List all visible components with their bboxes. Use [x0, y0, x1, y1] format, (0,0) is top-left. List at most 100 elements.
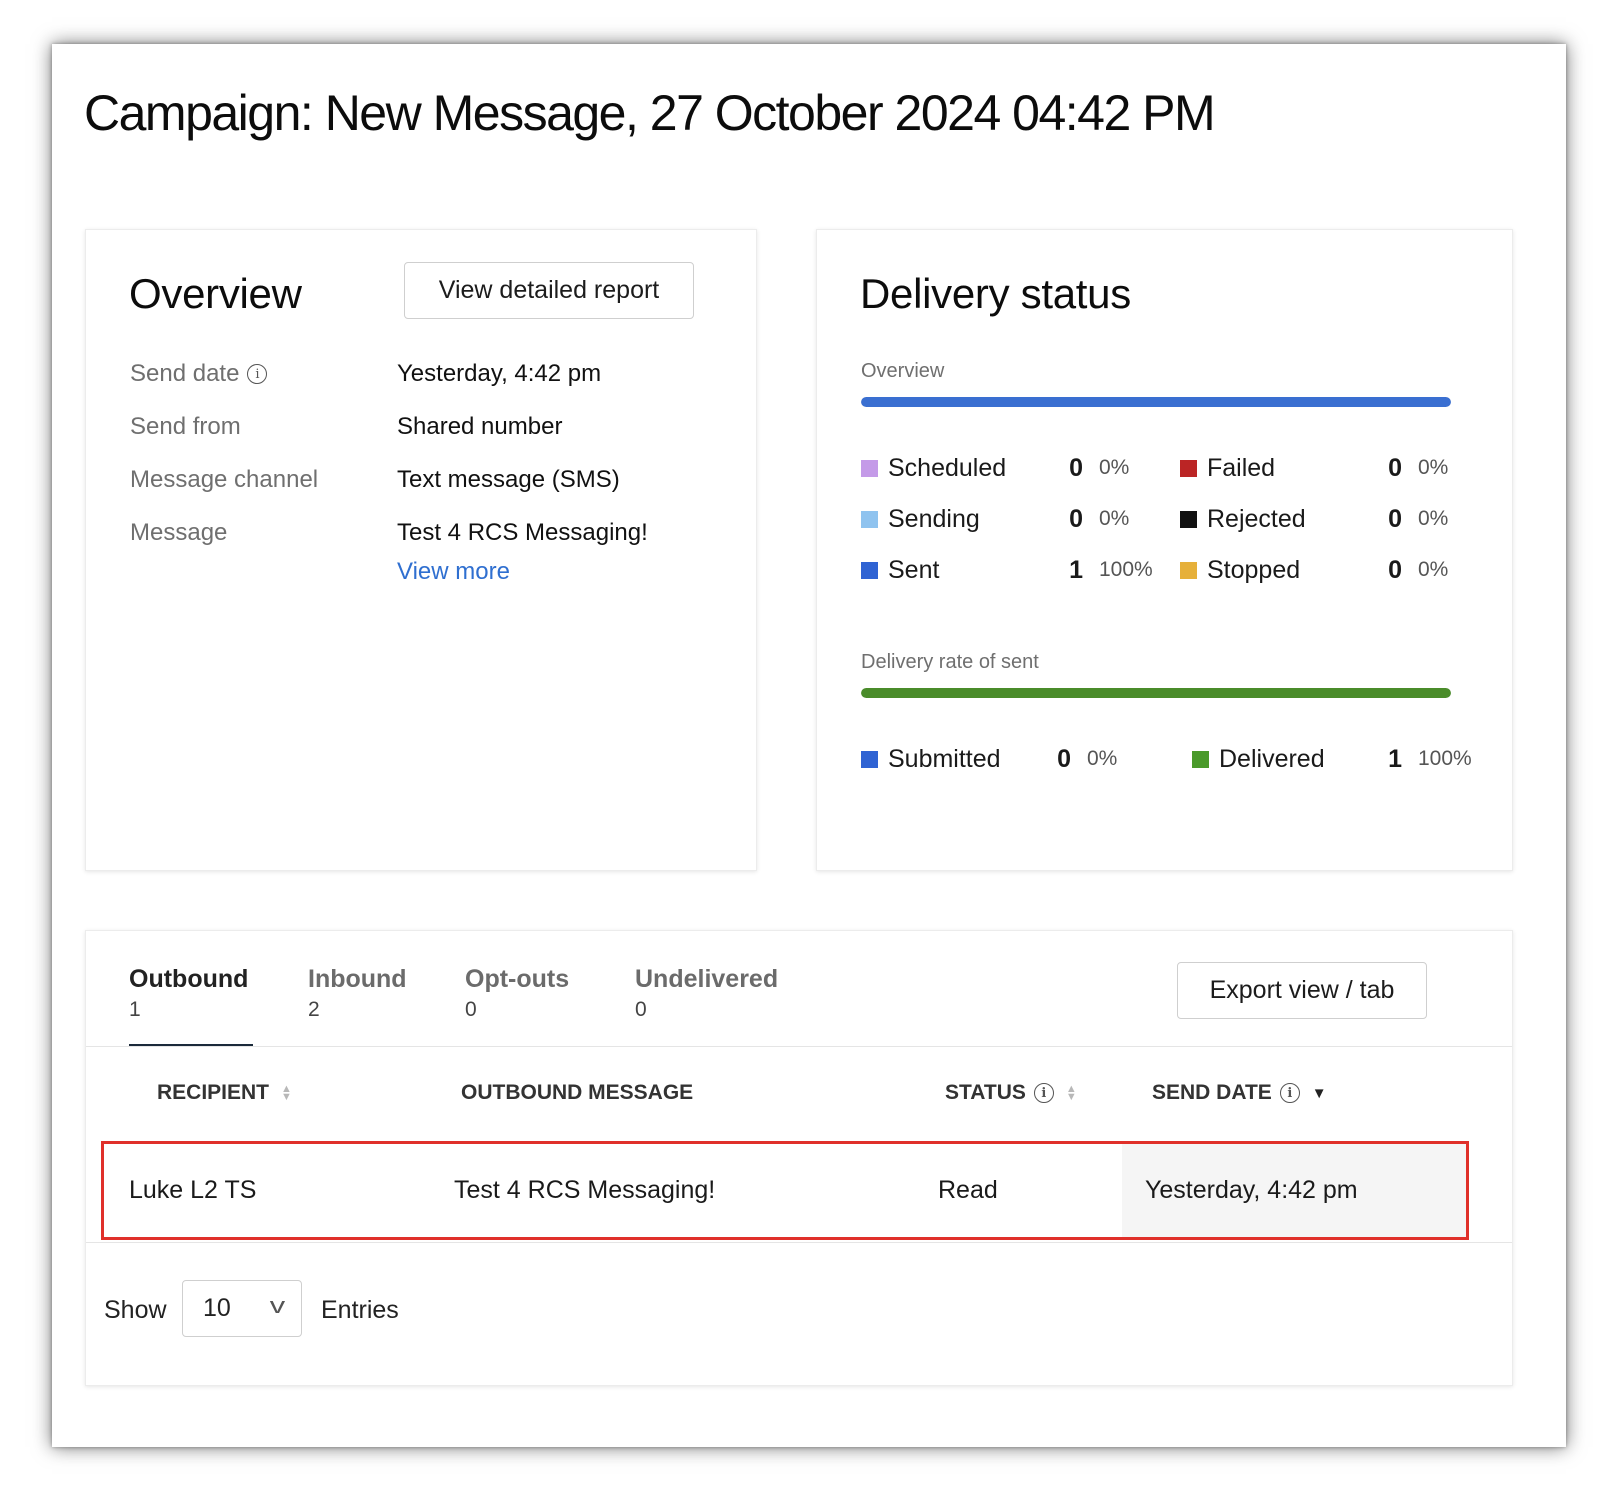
chevron-down-icon: v — [269, 1293, 286, 1318]
legend-failed-swatch — [1180, 459, 1197, 477]
entries-label: Entries — [321, 1296, 399, 1324]
legend-stopped-count: 0 — [1388, 555, 1402, 584]
send-date-label-text: Send date — [130, 360, 240, 387]
legend-sent: Sent 1 100% — [861, 555, 1153, 585]
cell-recipient: Luke L2 TS — [129, 1176, 257, 1204]
view-detailed-report-button[interactable]: View detailed report — [404, 262, 694, 319]
legend-delivered-percent: 100% — [1418, 747, 1472, 770]
delivery-rate-label: Delivery rate of sent — [861, 651, 1039, 673]
page-size-select[interactable]: 10 v — [182, 1280, 302, 1337]
legend-failed: Failed 0 0% — [1180, 453, 1460, 483]
message-channel-value: Text message (SMS) — [397, 466, 620, 493]
legend-scheduled-count: 0 — [1069, 453, 1083, 482]
tab-undelivered[interactable]: Undelivered 0 — [635, 965, 778, 1022]
tab-inbound-label: Inbound — [308, 965, 407, 993]
legend-delivered: Delivered 1 100% — [1192, 744, 1472, 774]
legend-rejected-count: 0 — [1388, 504, 1402, 533]
legend-stopped: Stopped 0 0% — [1180, 555, 1460, 585]
legend-submitted-count: 0 — [1057, 744, 1071, 773]
tab-outbound[interactable]: Outbound 1 — [129, 965, 248, 1022]
legend-stopped-label: Stopped — [1207, 555, 1301, 584]
tab-inbound[interactable]: Inbound 2 — [308, 965, 407, 1022]
overview-heading: Overview — [129, 270, 302, 317]
cell-outbound-message: Test 4 RCS Messaging! — [454, 1176, 716, 1204]
legend-delivered-label: Delivered — [1219, 744, 1325, 773]
tab-divider — [86, 1046, 1512, 1047]
legend-sent-swatch — [861, 561, 878, 579]
column-header-outbound-message: OUTBOUND MESSAGE — [461, 1081, 693, 1105]
legend-sent-count: 1 — [1069, 555, 1083, 584]
legend-sending-label: Sending — [888, 504, 980, 533]
message-value: Test 4 RCS Messaging! — [397, 519, 648, 546]
send-date-label: Send date i — [130, 360, 268, 388]
view-more-link[interactable]: View more — [397, 558, 510, 586]
page-title: Campaign: New Message, 27 October 2024 0… — [84, 85, 1216, 141]
show-label: Show — [104, 1296, 167, 1324]
legend-submitted: Submitted 0 0% — [861, 744, 1141, 774]
campaign-window: Campaign: New Message, 27 October 2024 0… — [52, 44, 1566, 1447]
delivery-status-card: Delivery status Overview Scheduled 0 0% Sen… — [816, 229, 1513, 871]
legend-sent-percent: 100% — [1099, 558, 1153, 581]
legend-sending-count: 0 — [1069, 504, 1083, 533]
column-header-send-date-label: SEND DATE — [1152, 1081, 1272, 1104]
info-icon[interactable]: i — [1279, 1083, 1300, 1103]
sort-icon[interactable]: ▲ ▼ — [1066, 1084, 1077, 1103]
export-view-button[interactable]: Export view / tab — [1177, 962, 1427, 1019]
send-from-label: Send from — [130, 413, 241, 440]
legend-submitted-percent: 0% — [1087, 747, 1118, 770]
legend-scheduled-swatch — [861, 459, 878, 477]
legend-failed-count: 0 — [1388, 453, 1402, 482]
info-icon[interactable]: i — [247, 364, 268, 384]
legend-sent-label: Sent — [888, 555, 940, 584]
legend-sending: Sending 0 0% — [861, 504, 1141, 534]
overview-card: Overview View detailed report Send date … — [85, 229, 757, 871]
overview-bar-label: Overview — [861, 360, 945, 382]
cell-status: Read — [938, 1176, 998, 1204]
tab-opt-outs-count: 0 — [465, 998, 477, 1021]
legend-stopped-swatch — [1180, 561, 1197, 579]
sort-icon[interactable]: ▲ ▼ — [281, 1084, 292, 1103]
legend-rejected-percent: 0% — [1418, 507, 1449, 530]
legend-delivered-swatch — [1192, 750, 1209, 768]
send-date-value: Yesterday, 4:42 pm — [397, 360, 602, 387]
messages-table-card: Outbound 1 Inbound 2 Opt-outs 0 Undelive… — [85, 930, 1513, 1386]
legend-scheduled-percent: 0% — [1099, 456, 1130, 479]
delivery-rate-fill — [861, 688, 1451, 698]
legend-rejected: Rejected 0 0% — [1180, 504, 1460, 534]
column-header-send-date[interactable]: SEND DATE i ▼ — [1152, 1081, 1327, 1105]
legend-sending-percent: 0% — [1099, 507, 1130, 530]
column-header-recipient-label: RECIPIENT — [157, 1081, 270, 1104]
column-header-status[interactable]: STATUS i ▲ ▼ — [945, 1081, 1077, 1105]
legend-rejected-label: Rejected — [1207, 504, 1306, 533]
overview-progress-bar — [861, 397, 1451, 407]
column-header-status-label: STATUS — [945, 1081, 1026, 1104]
legend-delivered-count: 1 — [1388, 744, 1402, 773]
tab-undelivered-count: 0 — [635, 998, 647, 1021]
send-from-value: Shared number — [397, 413, 563, 440]
overview-progress-fill — [861, 397, 1451, 407]
legend-rejected-swatch — [1180, 510, 1197, 528]
legend-scheduled: Scheduled 0 0% — [861, 453, 1141, 483]
legend-scheduled-label: Scheduled — [888, 453, 1007, 482]
legend-submitted-label: Submitted — [888, 744, 1001, 773]
legend-submitted-swatch — [861, 750, 878, 768]
column-header-outbound-message-label: OUTBOUND MESSAGE — [461, 1081, 694, 1104]
info-icon[interactable]: i — [1033, 1083, 1054, 1103]
cell-send-date: Yesterday, 4:42 pm — [1145, 1176, 1358, 1204]
column-header-recipient[interactable]: RECIPIENT ▲ ▼ — [157, 1081, 292, 1105]
tab-opt-outs-label: Opt-outs — [465, 965, 570, 993]
legend-failed-percent: 0% — [1418, 456, 1449, 479]
delivery-status-heading: Delivery status — [860, 270, 1131, 317]
sort-descending-icon[interactable]: ▼ — [1312, 1085, 1327, 1102]
tab-outbound-label: Outbound — [129, 965, 249, 993]
row-divider — [86, 1242, 1512, 1243]
tab-opt-outs[interactable]: Opt-outs 0 — [465, 965, 569, 1022]
legend-sending-swatch — [861, 510, 878, 528]
tab-undelivered-label: Undelivered — [635, 965, 779, 993]
delivery-rate-bar — [861, 688, 1451, 698]
message-label: Message — [130, 519, 228, 546]
page-size-value: 10 — [203, 1294, 231, 1322]
message-channel-label: Message channel — [130, 466, 319, 493]
tab-outbound-count: 1 — [129, 998, 141, 1021]
legend-stopped-percent: 0% — [1418, 558, 1449, 581]
